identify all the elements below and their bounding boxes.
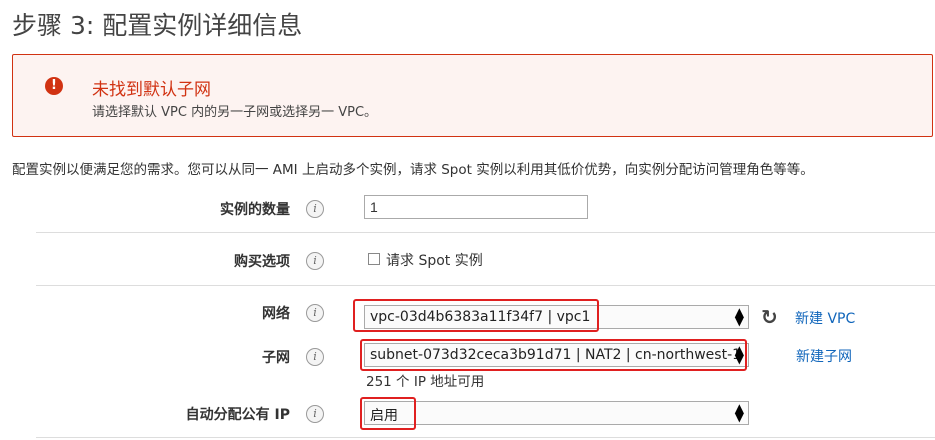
subnet-info-icon[interactable]: i — [306, 348, 324, 366]
public-ip-select[interactable]: 启用 ▲ ▼ — [364, 401, 749, 425]
network-info-icon[interactable]: i — [306, 304, 324, 322]
spot-request-checkbox[interactable] — [368, 253, 380, 265]
page-title: 步骤 3: 配置实例详细信息 — [12, 11, 303, 40]
subnet-highlight-box — [360, 339, 747, 371]
new-vpc-link[interactable]: 新建 VPC — [795, 308, 855, 328]
public-ip-label: 自动分配公有 IP — [185, 407, 290, 423]
purchase-option-label: 购买选项 — [234, 254, 290, 270]
new-subnet-link[interactable]: 新建子网 — [796, 346, 852, 366]
alert-message: 请选择默认 VPC 内的另一子网或选择另一 VPC。 — [92, 105, 378, 120]
available-ip-text: 251 个 IP 地址可用 — [366, 374, 485, 390]
divider — [36, 285, 935, 286]
divider — [36, 437, 935, 438]
intro-text: 配置实例以便满足您的需求。您可以从同一 AMI 上启动多个实例，请求 Spot … — [12, 162, 814, 178]
refresh-icon[interactable]: ↻ — [761, 305, 778, 329]
network-label: 网络 — [262, 306, 290, 322]
alert-title: 未找到默认子网 — [92, 80, 211, 100]
select-arrows-icon: ▲ ▼ — [734, 305, 744, 328]
public-ip-info-icon[interactable]: i — [306, 405, 324, 423]
instance-count-input[interactable] — [364, 195, 588, 219]
instance-count-label: 实例的数量 — [220, 202, 290, 218]
instance-count-info-icon[interactable]: i — [306, 200, 324, 218]
select-arrows-icon: ▲ ▼ — [734, 401, 744, 424]
error-alert: ! 未找到默认子网 请选择默认 VPC 内的另一子网或选择另一 VPC。 — [12, 54, 933, 137]
purchase-option-info-icon[interactable]: i — [306, 252, 324, 270]
divider — [36, 232, 935, 233]
public-ip-highlight-box — [360, 397, 416, 430]
subnet-label: 子网 — [262, 350, 290, 366]
spot-request-label[interactable]: 请求 Spot 实例 — [386, 250, 483, 270]
error-icon: ! — [45, 77, 63, 95]
network-highlight-box — [353, 299, 599, 332]
